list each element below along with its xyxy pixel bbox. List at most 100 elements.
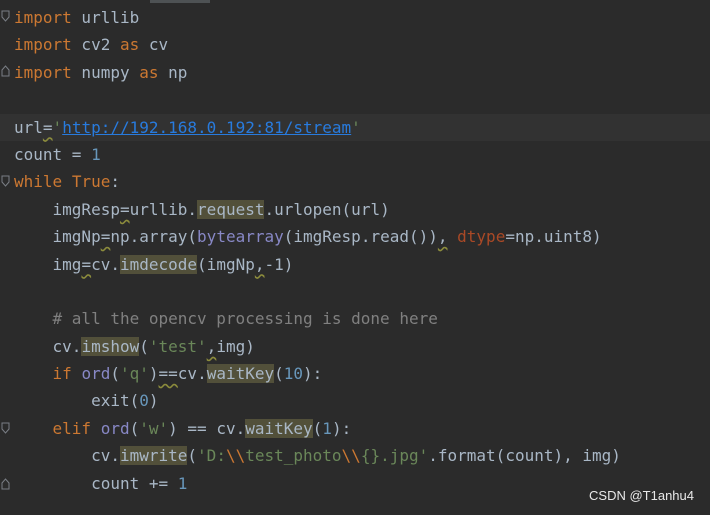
highlighted-symbol[interactable]: waitKey [245, 418, 313, 438]
code-text: ) [283, 254, 294, 274]
code-text: count += [14, 473, 178, 493]
code-text: cv. [177, 364, 207, 384]
fold-end-icon[interactable] [1, 65, 10, 77]
code-text: url [14, 117, 43, 137]
code-line[interactable]: import cv2 as cv [14, 31, 710, 58]
url-link[interactable]: http://192.168.0.192:81/stream [62, 118, 351, 137]
highlighted-symbol[interactable]: request [197, 199, 265, 219]
code-line-current[interactable]: url='http://192.168.0.192:81/stream' [0, 113, 710, 141]
fold-start-icon[interactable] [1, 175, 10, 187]
string: 'q' [119, 364, 149, 384]
keyword: import [14, 62, 72, 82]
code-text: =np.uint8) [505, 227, 602, 247]
code-text: .urlopen(url) [264, 199, 390, 219]
code-text: img [14, 254, 82, 274]
keyword: as [119, 35, 140, 55]
code-text: np.array( [110, 227, 198, 247]
code-line[interactable]: img=cv.imdecode(imgNp,-1) [14, 251, 710, 278]
keyword: import [14, 35, 72, 55]
fold-start-icon[interactable] [1, 10, 10, 22]
string: {}.jpg' [360, 446, 429, 466]
highlighted-symbol[interactable]: imshow [81, 336, 140, 356]
code-line[interactable]: import urllib [14, 4, 710, 31]
code-line-blank[interactable] [14, 278, 710, 305]
number: 10 [283, 364, 304, 384]
code-text: (imgNp [197, 254, 255, 274]
code-line[interactable]: # all the opencv processing is done here [14, 305, 710, 332]
highlighted-symbol[interactable]: waitKey [206, 364, 275, 384]
code-text: urllib [71, 8, 140, 27]
keyword: True [71, 172, 111, 192]
code-text: : [110, 172, 120, 192]
code-text: ( [110, 364, 120, 384]
code-line-blank[interactable] [14, 86, 710, 113]
builtin: ord [81, 364, 111, 384]
number: 1 [91, 144, 101, 164]
code-line[interactable]: if ord('q')==cv.waitKey(10): [14, 360, 710, 387]
code-text: imgResp [14, 199, 120, 219]
operator: = [81, 254, 92, 274]
code-line[interactable]: while True: [14, 168, 710, 195]
code-line[interactable]: cv.imshow('test',img) [14, 333, 710, 360]
highlighted-symbol[interactable]: imdecode [119, 254, 198, 274]
keyword: elif [52, 418, 92, 438]
code-text: cv2 [71, 35, 120, 55]
editor-gutter [0, 0, 12, 515]
code-text: exit( [14, 391, 140, 411]
code-text: ): [331, 418, 352, 438]
code-line[interactable]: imgResp=urllib.request.urlopen(url) [14, 196, 710, 223]
watermark-text: CSDN @T1anhu4 [589, 488, 694, 503]
builtin: ord [100, 418, 130, 438]
code-text: ( [274, 364, 284, 384]
code-text: np [158, 62, 188, 82]
code-text: count = [14, 144, 92, 164]
code-editor[interactable]: import urllib import cv2 as cv import nu… [0, 0, 710, 515]
number: 1 [177, 473, 188, 493]
operator: = [100, 227, 111, 247]
punctuation: , [206, 336, 217, 356]
keyword: if [52, 364, 72, 384]
code-line[interactable]: exit(0) [14, 387, 710, 414]
code-text: img) [216, 336, 255, 356]
string: 'w' [139, 418, 169, 438]
operator: = [119, 199, 130, 219]
number: 0 [139, 391, 149, 411]
parameter: dtype [457, 227, 506, 247]
string: 'test' [148, 336, 207, 356]
code-line[interactable]: imgNp=np.array(bytearray(imgResp.read())… [14, 223, 710, 250]
string: test_photo [245, 446, 342, 466]
code-text: cv. [14, 446, 120, 466]
fold-start-icon[interactable] [1, 422, 10, 434]
code-text: ( [139, 336, 149, 356]
code-text: (imgResp.read()) [283, 227, 438, 247]
string: ' [52, 117, 63, 137]
code-text: cv. [14, 336, 82, 356]
horizontal-scrollbar-thumb[interactable] [150, 0, 210, 3]
code-text: imgNp [14, 227, 101, 247]
code-line[interactable]: elif ord('w') == cv.waitKey(1): [14, 415, 710, 442]
highlighted-symbol[interactable]: imwrite [119, 446, 188, 466]
code-line[interactable]: import numpy as np [14, 59, 710, 86]
keyword: as [139, 62, 159, 82]
code-lines[interactable]: import urllib import cv2 as cv import nu… [0, 4, 710, 497]
code-line[interactable]: count = 1 [14, 141, 710, 168]
code-text: numpy [71, 62, 140, 82]
escape-sequence: \\ [225, 446, 246, 466]
builtin: bytearray [197, 227, 284, 247]
string: 'D: [197, 446, 226, 466]
operator: == [158, 364, 178, 384]
fold-end-icon[interactable] [1, 478, 10, 490]
keyword: import [14, 8, 72, 27]
code-text: cv. [91, 254, 120, 274]
code-text: ): [303, 364, 323, 384]
code-line[interactable]: cv.imwrite('D:\\test_photo\\{}.jpg'.form… [14, 442, 710, 469]
escape-sequence: \\ [341, 446, 361, 466]
code-text: ( [187, 446, 198, 466]
number: 1 [322, 418, 332, 438]
code-text: urllib. [129, 199, 198, 219]
